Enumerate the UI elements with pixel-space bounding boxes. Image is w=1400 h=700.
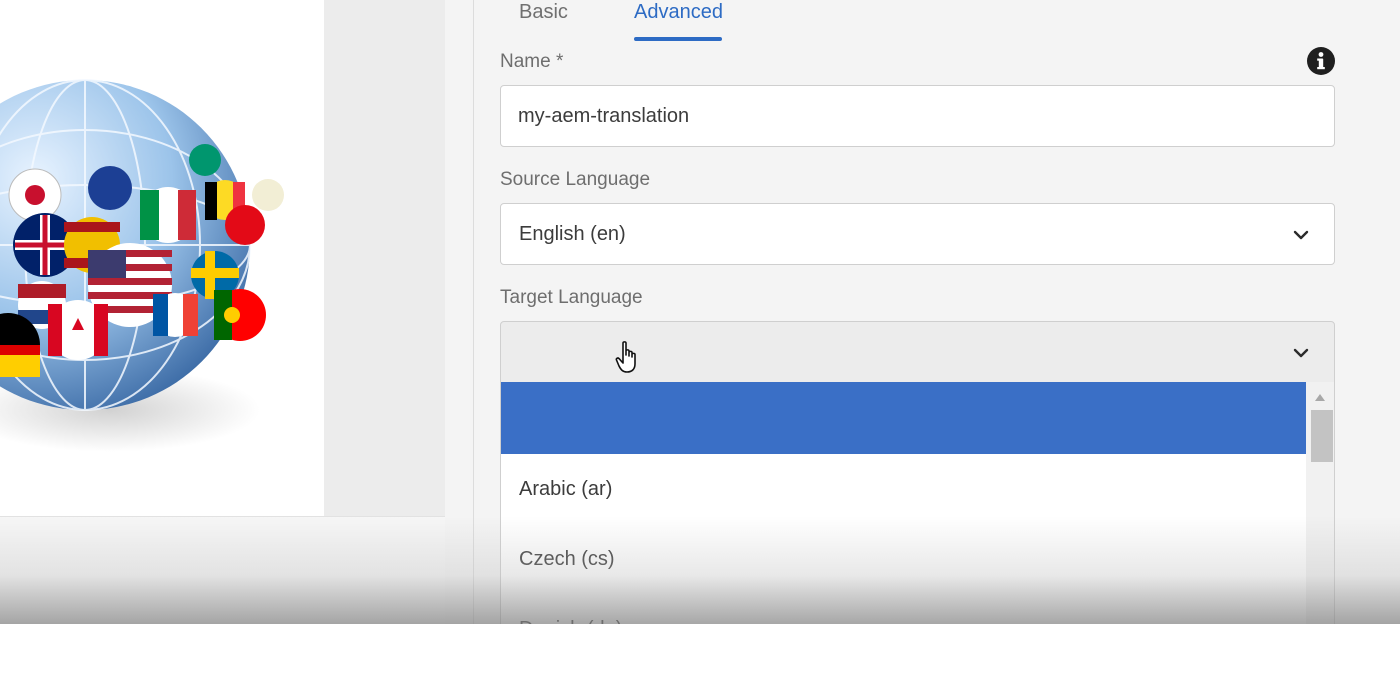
source-language-label: Source Language (500, 169, 651, 190)
screenshot: Basic Advanced Name * Source Language En… (0, 0, 1400, 700)
option-czech[interactable]: Czech (cs) (501, 524, 1306, 594)
chevron-down-icon (1293, 348, 1309, 358)
source-language-select[interactable]: English (en) (500, 203, 1335, 265)
globe-flags-image (0, 79, 284, 452)
target-language-select[interactable] (500, 321, 1335, 383)
chevron-down-icon (1293, 230, 1309, 240)
bottom-margin (0, 624, 1400, 700)
panel-divider (445, 0, 474, 624)
source-language-value: English (en) (519, 223, 626, 245)
scrollbar-thumb[interactable] (1311, 410, 1333, 462)
option-arabic[interactable]: Arabic (ar) (501, 454, 1306, 524)
tab-basic[interactable]: Basic (519, 0, 568, 40)
project-thumbnail (0, 0, 324, 516)
preview-background (324, 0, 445, 516)
option-blank-highlighted[interactable] (501, 382, 1306, 454)
scroll-up-arrow-icon[interactable] (1314, 392, 1326, 402)
active-tab-indicator (634, 37, 722, 41)
option-danish[interactable]: Danish (da) (501, 594, 1306, 624)
preview-footer-area (0, 516, 445, 624)
dropdown-scrollbar[interactable] (1306, 382, 1334, 624)
target-language-label: Target Language (500, 287, 643, 308)
info-icon[interactable] (1306, 46, 1336, 76)
name-input[interactable] (500, 85, 1335, 147)
properties-form: Basic Advanced Name * Source Language En… (474, 0, 1400, 624)
name-label: Name * (500, 51, 564, 72)
target-language-options-list: Arabic (ar) Czech (cs) Danish (da) (500, 382, 1335, 624)
translation-project-dialog: Basic Advanced Name * Source Language En… (0, 0, 1400, 624)
hand-pointer-icon (615, 341, 636, 373)
tab-advanced[interactable]: Advanced (634, 0, 723, 40)
